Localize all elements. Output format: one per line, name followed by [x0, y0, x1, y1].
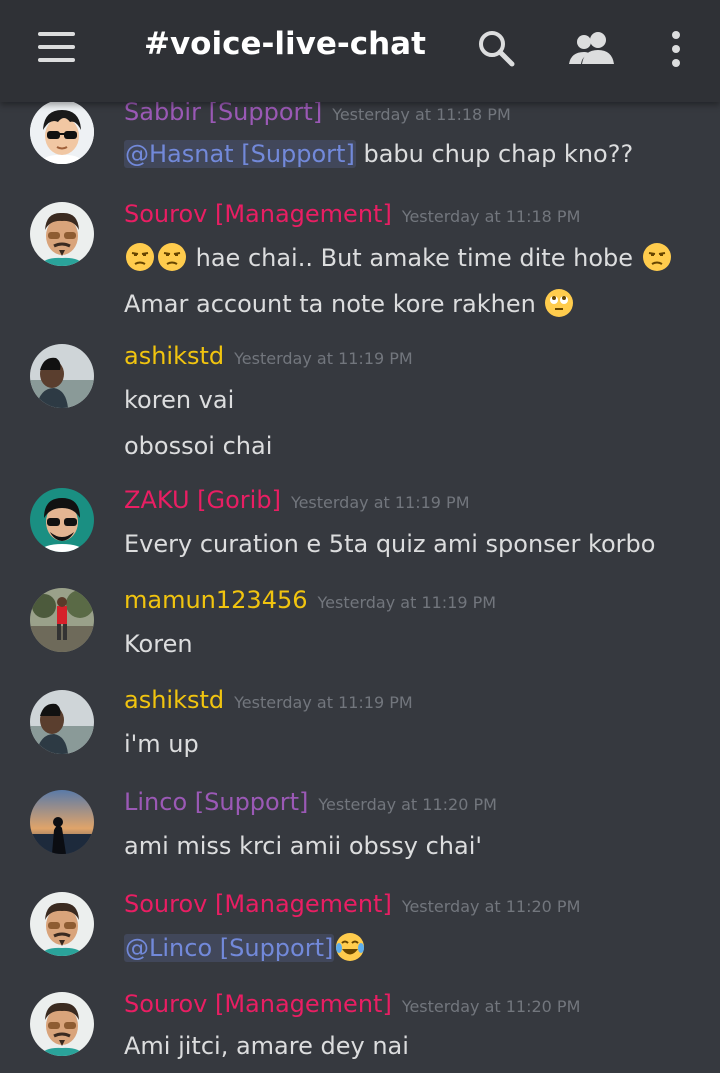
- message-text: Amar account ta note kore rakhen: [124, 288, 575, 318]
- menu-icon[interactable]: [38, 32, 75, 62]
- message-text: Every curation e 5ta quiz ami sponser ko…: [124, 530, 656, 558]
- message-text: ami miss krci amii obssy chai': [124, 832, 482, 860]
- message-header: Sabbir [Support] Yesterday at 11:18 PM: [124, 98, 511, 126]
- message-list[interactable]: Sabbir [Support] Yesterday at 11:18 PM @H…: [0, 0, 720, 1073]
- message-text: koren vai: [124, 386, 235, 414]
- top-app-bar: #voice-live-chat: [0, 0, 720, 102]
- timestamp: Yesterday at 11:19 PM: [290, 493, 470, 512]
- mention-link[interactable]: @Hasnat [Support]: [124, 140, 356, 168]
- message-text: hae chai.. But amake time dite hobe: [124, 242, 673, 272]
- author-name[interactable]: mamun123456: [124, 586, 308, 614]
- author-name[interactable]: Sourov [Management]: [124, 990, 392, 1018]
- timestamp: Yesterday at 11:20 PM: [401, 897, 581, 916]
- channel-title[interactable]: #voice-live-chat: [144, 26, 426, 62]
- unamused-emoji-icon: [157, 242, 187, 272]
- message-header: Sourov [Management] Yesterday at 11:20 PM: [124, 990, 580, 1018]
- author-name[interactable]: Sourov [Management]: [124, 890, 392, 918]
- author-name[interactable]: Sabbir [Support]: [124, 98, 322, 126]
- timestamp: Yesterday at 11:18 PM: [332, 105, 511, 124]
- message-text: obossoi chai: [124, 432, 273, 460]
- message-header: Sourov [Management] Yesterday at 11:20 PM: [124, 890, 580, 918]
- search-icon[interactable]: [476, 28, 516, 68]
- timestamp: Yesterday at 11:19 PM: [234, 693, 413, 712]
- avatar[interactable]: [30, 790, 94, 854]
- avatar[interactable]: [30, 488, 94, 552]
- message-header: mamun123456 Yesterday at 11:19 PM: [124, 586, 496, 614]
- message-text: Koren: [124, 630, 193, 658]
- members-icon[interactable]: [568, 30, 616, 66]
- timestamp: Yesterday at 11:20 PM: [318, 795, 497, 814]
- eye-roll-emoji-icon: [544, 288, 574, 318]
- avatar[interactable]: [30, 100, 94, 164]
- timestamp: Yesterday at 11:18 PM: [401, 207, 581, 226]
- mention-link[interactable]: @Linco [Support]: [124, 934, 335, 962]
- message-header: Sourov [Management] Yesterday at 11:18 PM: [124, 200, 580, 228]
- avatar[interactable]: [30, 892, 94, 956]
- unamused-emoji-icon: [125, 242, 155, 272]
- unamused-emoji-icon: [642, 242, 672, 272]
- author-name[interactable]: ZAKU [Gorib]: [124, 486, 281, 514]
- message-header: ashikstd Yesterday at 11:19 PM: [124, 686, 413, 714]
- message-text: @Hasnat [Support] babu chup chap kno??: [124, 140, 634, 168]
- author-name[interactable]: Sourov [Management]: [124, 200, 392, 228]
- message-text: @Linco [Support]: [124, 932, 366, 962]
- more-options-icon[interactable]: [666, 30, 686, 68]
- message-text: i'm up: [124, 730, 199, 758]
- timestamp: Yesterday at 11:19 PM: [317, 593, 497, 612]
- timestamp: Yesterday at 11:19 PM: [234, 349, 413, 368]
- tears-of-joy-emoji-icon: [335, 932, 365, 962]
- author-name[interactable]: ashikstd: [124, 342, 224, 370]
- avatar[interactable]: [30, 344, 94, 408]
- avatar[interactable]: [30, 690, 94, 754]
- author-name[interactable]: ashikstd: [124, 686, 224, 714]
- author-name[interactable]: Linco [Support]: [124, 788, 308, 816]
- message-header: ashikstd Yesterday at 11:19 PM: [124, 342, 413, 370]
- avatar[interactable]: [30, 588, 94, 652]
- message-header: Linco [Support] Yesterday at 11:20 PM: [124, 788, 497, 816]
- message-header: ZAKU [Gorib] Yesterday at 11:19 PM: [124, 486, 470, 514]
- message-text: Ami jitci, amare dey nai: [124, 1032, 409, 1060]
- avatar[interactable]: [30, 202, 94, 266]
- avatar[interactable]: [30, 992, 94, 1056]
- timestamp: Yesterday at 11:20 PM: [401, 997, 581, 1016]
